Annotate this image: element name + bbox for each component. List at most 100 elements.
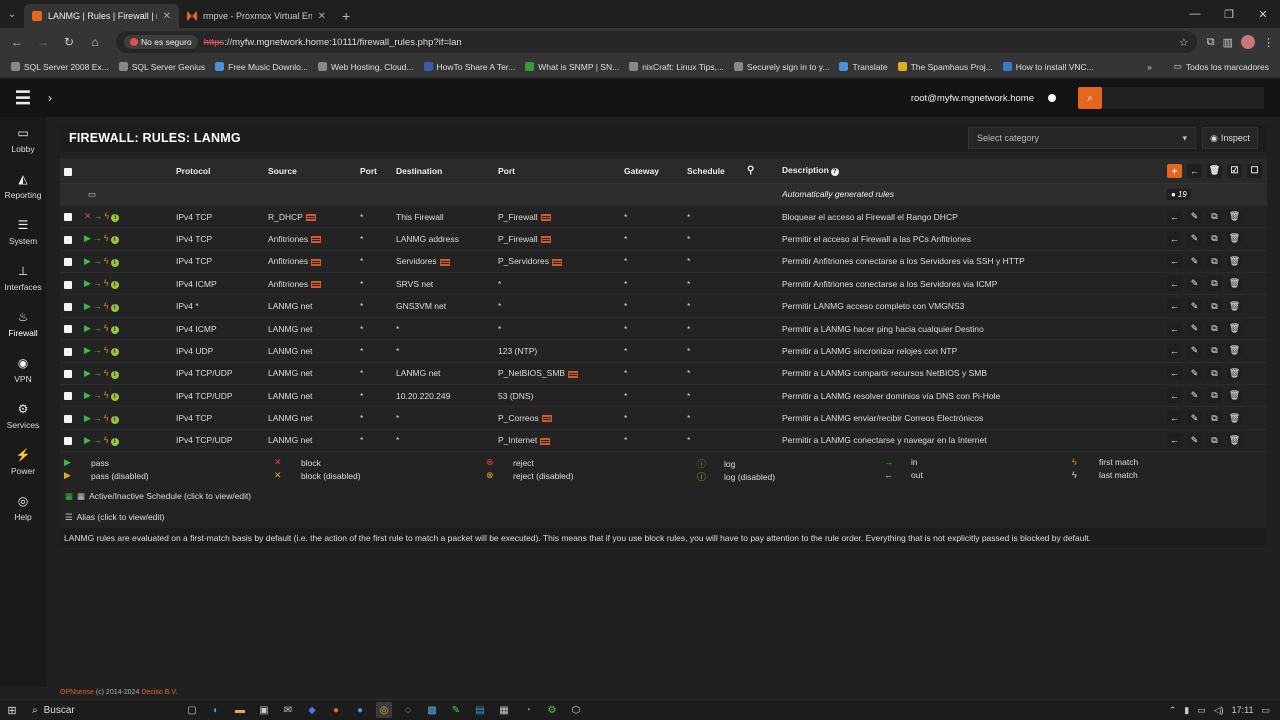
sidebar-item-lobby[interactable]: ▭ Lobby [0, 117, 46, 163]
mail-icon[interactable]: ✉ [280, 702, 296, 718]
pass-icon[interactable]: ▶ [84, 256, 91, 267]
user-host[interactable]: root@myfw.mgnetwork.home [911, 93, 1034, 104]
bookmark-item[interactable]: What is SNMP | SN... [520, 62, 624, 72]
minimize-icon[interactable]: — [1178, 8, 1212, 20]
forward-icon[interactable]: → [32, 35, 54, 49]
edit-pencil-icon[interactable]: ✎ [1187, 321, 1202, 336]
row-checkbox[interactable] [64, 347, 72, 356]
profile-avatar-icon[interactable] [1241, 35, 1255, 49]
move-before-icon[interactable]: ← [1167, 343, 1182, 358]
disable-selected-icon[interactable]: ☐ [1247, 163, 1262, 178]
bookmark-item[interactable]: Securely sign in to y... [729, 62, 835, 72]
alias-list-icon[interactable] [552, 258, 563, 266]
move-before-icon[interactable]: ← [1167, 231, 1182, 246]
sidebar-item-system[interactable]: ☰ System [0, 209, 46, 255]
table-row[interactable]: ▶ → ϟ i IPv4 TCP LANMG net * * P_Correos * * Permit… [60, 406, 1267, 430]
new-tab-icon[interactable]: + [334, 4, 358, 28]
row-checkbox[interactable] [64, 302, 72, 311]
edge-icon[interactable]: ◐ [208, 702, 224, 718]
trash-icon[interactable]: 🗑 [1227, 231, 1242, 246]
search-input[interactable] [1102, 87, 1264, 109]
bookmark-item[interactable]: Web Hosting, Cloud... [313, 62, 419, 72]
clone-icon[interactable]: ⧉ [1207, 209, 1222, 224]
chrome-icon[interactable]: ◎ [376, 702, 392, 718]
close-tab-icon[interactable]: ✕ [163, 11, 171, 22]
firefox-icon[interactable]: ● [328, 702, 344, 718]
app-icon[interactable]: ⚙ [544, 702, 560, 718]
notifications-icon[interactable]: ▭ [1261, 705, 1270, 716]
alias-list-icon[interactable] [540, 236, 551, 244]
table-row[interactable]: ▶ → ϟ i IPv4 TCP/UDP LANMG net * * P_Internet * * P… [60, 429, 1267, 453]
edit-pencil-icon[interactable]: ✎ [1187, 411, 1202, 426]
sidepanel-icon[interactable]: ▥ [1223, 36, 1233, 49]
row-checkbox[interactable] [64, 280, 72, 289]
info-icon[interactable]: i [110, 393, 119, 402]
edit-pencil-icon[interactable]: ✎ [1187, 433, 1202, 448]
alias-list-icon[interactable] [540, 213, 551, 221]
move-before-icon[interactable]: ← [1167, 321, 1182, 336]
sidebar-item-services[interactable]: ⚙ Services [0, 393, 46, 439]
info-icon[interactable]: i [110, 437, 119, 446]
app-icon[interactable]: ◆ [304, 702, 320, 718]
info-icon[interactable]: i [110, 348, 119, 357]
app-icon[interactable]: ▩ [424, 702, 440, 718]
edit-pencil-icon[interactable]: ✎ [1187, 276, 1202, 291]
info-icon[interactable]: i [110, 370, 119, 379]
close-window-icon[interactable]: ✕ [1246, 8, 1280, 21]
pass-icon[interactable]: ▶ [84, 390, 91, 401]
edit-pencil-icon[interactable]: ✎ [1187, 209, 1202, 224]
move-icon[interactable]: ← [1187, 163, 1202, 178]
trash-icon[interactable]: 🗑 [1227, 276, 1242, 291]
pass-icon[interactable]: ▶ [84, 368, 91, 379]
edit-pencil-icon[interactable]: ✎ [1187, 388, 1202, 403]
pass-icon[interactable]: ▶ [84, 413, 91, 424]
auto-rules-row[interactable]: ▭ Automatically generated rules ● 19 [60, 183, 1267, 206]
alias-list-icon[interactable] [311, 258, 322, 266]
clone-icon[interactable]: ⧉ [1207, 433, 1222, 448]
edit-pencil-icon[interactable]: ✎ [1187, 231, 1202, 246]
clone-icon[interactable]: ⧉ [1207, 321, 1222, 336]
row-checkbox[interactable] [64, 258, 72, 267]
auto-rules-count-badge[interactable]: ● 19 [1167, 188, 1191, 200]
row-checkbox[interactable] [64, 414, 72, 423]
col-schedule[interactable]: Schedule [687, 159, 747, 184]
trash-icon[interactable]: 🗑 [1227, 321, 1242, 336]
app-icon[interactable]: ✎ [448, 702, 464, 718]
pass-icon[interactable]: ▶ [84, 435, 91, 446]
row-checkbox[interactable] [64, 213, 72, 222]
category-select[interactable]: Select category ▾ [968, 127, 1196, 149]
close-tab-icon[interactable]: ✕ [318, 11, 326, 22]
pass-icon[interactable]: ▶ [84, 301, 91, 312]
clone-icon[interactable]: ⧉ [1207, 343, 1222, 358]
restore-icon[interactable]: ❐ [1212, 8, 1246, 21]
pass-icon[interactable]: ▶ [84, 233, 91, 244]
store-icon[interactable]: ▣ [256, 702, 272, 718]
col-gateway[interactable]: Gateway [624, 159, 687, 184]
table-row[interactable]: ▶ → ϟ i IPv4 TCP/UDP LANMG net * 10.20.220.249 5… [60, 384, 1267, 408]
alias-list-icon[interactable] [439, 258, 450, 266]
col-protocol[interactable]: Protocol [176, 159, 268, 184]
info-icon[interactable]: i [110, 236, 119, 245]
trash-icon[interactable]: 🗑 [1227, 299, 1242, 314]
clone-icon[interactable]: ⧉ [1207, 254, 1222, 269]
edit-pencil-icon[interactable]: ✎ [1187, 254, 1202, 269]
clone-icon[interactable]: ⧉ [1207, 388, 1222, 403]
sitemap-icon[interactable]: ⚲ [747, 165, 754, 176]
bookmark-item[interactable]: Free Music Downlo... [210, 62, 313, 72]
delete-selected-icon[interactable]: 🗑 [1207, 163, 1222, 178]
table-row[interactable]: ▶ → ϟ i IPv4 TCP/UDP LANMG net * LANMG net P_Net… [60, 362, 1267, 386]
url-field[interactable]: No es seguro https://myfw.mgnetwork.home… [116, 31, 1197, 53]
select-all-checkbox[interactable] [64, 167, 72, 176]
table-row[interactable]: ▶ → ϟ i IPv4 ICMP Anfitriones * SRVS net * * * Perm… [60, 272, 1267, 296]
home-icon[interactable]: ⌂ [84, 35, 106, 49]
browser-tab-proxmox[interactable]: rmpve - Proxmox Virtual Enviro ✕ [179, 4, 334, 28]
menu-kebab-icon[interactable]: ⋮ [1263, 36, 1274, 49]
insecure-badge[interactable]: No es seguro [124, 35, 198, 49]
move-before-icon[interactable]: ← [1167, 366, 1182, 381]
block-icon[interactable]: ✕ [84, 211, 92, 222]
bookmark-item[interactable]: nixCraft: Linux Tips,... [624, 62, 729, 72]
app-icon[interactable]: ◔ [520, 702, 536, 718]
table-row[interactable]: ▶ → ϟ i IPv4 TCP Anfitriones * LANMG address P_F… [60, 227, 1267, 251]
reload-icon[interactable]: ↻ [58, 35, 80, 49]
clone-icon[interactable]: ⧉ [1207, 231, 1222, 246]
